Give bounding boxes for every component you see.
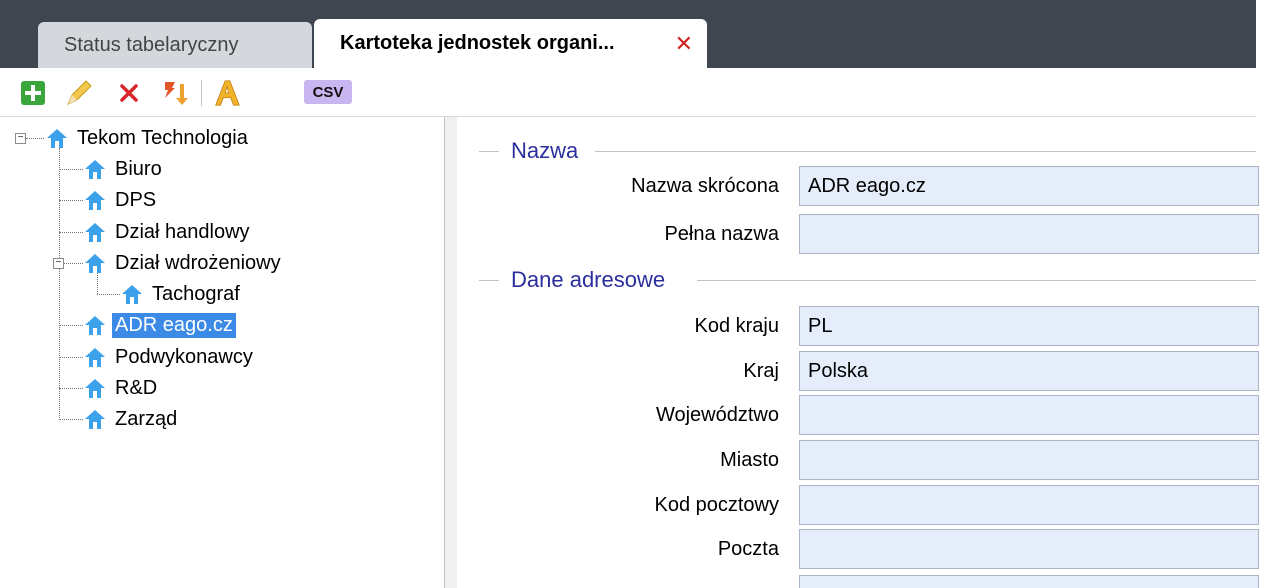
tree-node[interactable]: Podwykonawcy (84, 343, 256, 371)
add-icon[interactable] (18, 78, 48, 108)
tab-label: Status tabelaryczny (64, 33, 239, 56)
short-name-input[interactable]: ADR eago.cz (799, 166, 1259, 206)
tree-node-label: Zarząd (115, 407, 178, 430)
voivodeship-input[interactable] (799, 395, 1259, 435)
tree-connector (97, 294, 120, 295)
tree-connector (26, 138, 44, 139)
field-label: Kod pocztowy (654, 493, 779, 516)
home-icon (85, 191, 105, 210)
field-label: Województwo (655, 403, 779, 426)
home-icon (85, 410, 105, 429)
panel-splitter[interactable] (445, 117, 457, 588)
post-office-input[interactable] (799, 529, 1259, 569)
tree-connector (59, 325, 83, 326)
collapse-icon[interactable]: − (15, 133, 26, 144)
font-icon[interactable] (212, 78, 242, 108)
home-icon (85, 223, 105, 242)
tree-node[interactable]: Zarząd (84, 405, 180, 433)
home-icon (47, 129, 67, 148)
city-input[interactable] (799, 440, 1259, 480)
tree-node[interactable]: DPS (84, 186, 159, 214)
home-icon (85, 379, 105, 398)
country-code-input[interactable]: PL (799, 306, 1259, 346)
csv-label: CSV (312, 83, 344, 101)
tree-connector (59, 232, 83, 233)
close-tab-icon[interactable]: ✕ (675, 31, 693, 57)
csv-export-icon[interactable]: CSV (304, 80, 352, 104)
tree-node-label: ADR eago.cz (112, 312, 236, 338)
toolbar-separator (201, 80, 202, 106)
tree-node-label: Dział handlowy (115, 220, 250, 243)
detail-form: Nazwa Nazwa skrócona ADR eago.cz Pełna n… (457, 117, 1259, 588)
tree-node[interactable]: Biuro (84, 155, 165, 183)
tree-node[interactable]: Dział handlowy (84, 218, 253, 246)
sort-icon[interactable] (160, 78, 190, 108)
tree-connector (64, 263, 83, 264)
tree-node-label: Dział wdrożeniowy (115, 251, 281, 274)
field-label: Pełna nazwa (664, 222, 779, 245)
field-label: Nazwa skrócona (631, 174, 779, 197)
tree-connector (59, 419, 83, 420)
tree-node-label: R&D (115, 376, 158, 399)
tree-connector (59, 357, 83, 358)
tree-node-label: DPS (115, 188, 157, 211)
tab-bar: Status tabelaryczny Kartoteka jednostek … (0, 0, 1256, 68)
field-label: Miasto (720, 448, 779, 471)
section-nazwa: Nazwa (457, 136, 1256, 166)
home-icon (122, 285, 142, 304)
tree-connector (59, 148, 60, 420)
delete-icon[interactable] (114, 78, 144, 108)
tree-node[interactable]: R&D (84, 374, 160, 402)
edit-icon[interactable] (64, 78, 94, 108)
section-title: Nazwa (511, 138, 579, 163)
tree-node[interactable]: Dział wdrożeniowy (84, 249, 284, 277)
home-icon (85, 316, 105, 335)
field-label: Kod kraju (694, 314, 780, 337)
section-title: Dane adresowe (511, 267, 666, 292)
tab-kartoteka-jednostek[interactable]: Kartoteka jednostek organi... ✕ (314, 19, 707, 68)
tree-connector (59, 169, 83, 170)
section-dane-adresowe: Dane adresowe (457, 265, 1256, 295)
country-input[interactable]: Polska (799, 351, 1259, 391)
tree-node-label: Podwykonawcy (115, 345, 253, 368)
tab-status-tabelaryczny[interactable]: Status tabelaryczny (38, 22, 312, 68)
tree-node-selected[interactable]: ADR eago.cz (84, 311, 236, 339)
full-name-input[interactable] (799, 214, 1259, 254)
tree-node-label: Tekom Technologia (77, 126, 248, 149)
tree-node[interactable]: Tachograf (121, 280, 243, 308)
toolbar: CSV (0, 68, 1256, 117)
tree-connector (59, 388, 83, 389)
postal-code-input[interactable] (799, 485, 1259, 525)
tree-node-label: Tachograf (152, 282, 240, 305)
field-label: Kraj (743, 359, 779, 382)
home-icon (85, 160, 105, 179)
next-field-input[interactable] (799, 575, 1259, 588)
home-icon (85, 254, 105, 273)
collapse-icon[interactable]: − (53, 258, 64, 269)
field-label: Poczta (717, 537, 779, 560)
tab-label: Kartoteka jednostek organi... (340, 32, 615, 54)
home-icon (85, 348, 105, 367)
tree-node-label: Biuro (115, 157, 162, 180)
tree-node-root[interactable]: Tekom Technologia (46, 124, 251, 152)
tree-connector (59, 200, 83, 201)
org-unit-tree: − − Tekom Technologia Biuro DPS Dział ha… (0, 117, 445, 588)
